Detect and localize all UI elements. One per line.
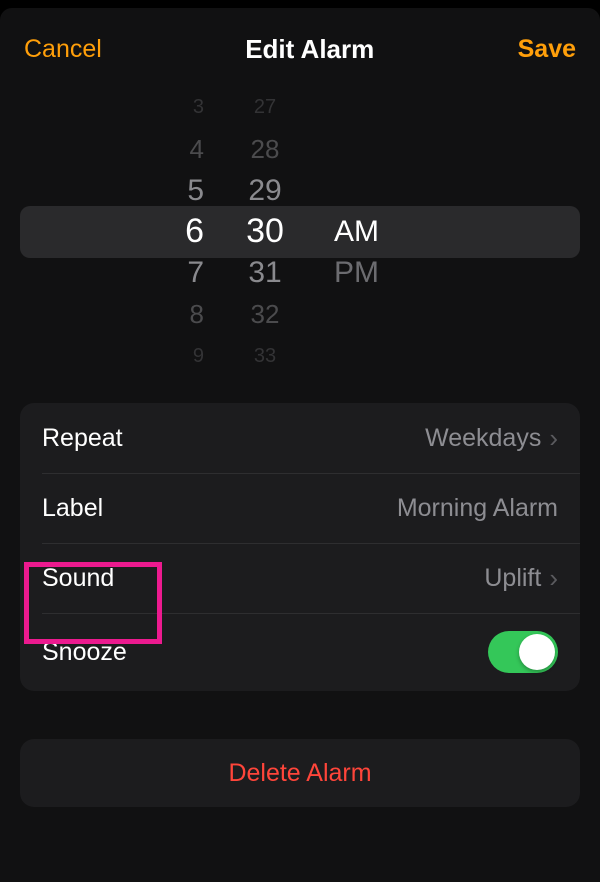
ampm-wheel[interactable]: AM PM [320, 87, 600, 377]
chevron-right-icon: › [549, 563, 558, 594]
minute-selected[interactable]: 30 [246, 211, 284, 252]
ampm-option[interactable]: PM [334, 253, 379, 294]
minute-option[interactable]: 28 [251, 128, 280, 169]
repeat-value: Weekdays [425, 424, 541, 453]
chevron-right-icon: › [549, 423, 558, 454]
minute-option[interactable]: 27 [254, 87, 276, 128]
sound-label: Sound [42, 564, 114, 593]
hour-option[interactable]: 4 [164, 128, 204, 169]
delete-alarm-label: Delete Alarm [228, 759, 371, 788]
hour-wheel[interactable]: 3 4 5 6 7 8 9 [0, 87, 210, 377]
label-row[interactable]: Label Morning Alarm [20, 473, 580, 543]
repeat-row[interactable]: Repeat Weekdays › [20, 403, 580, 473]
modal-title: Edit Alarm [245, 34, 374, 65]
hour-option[interactable]: 8 [164, 294, 204, 335]
modal-header: Cancel Edit Alarm Save [0, 22, 600, 77]
repeat-label: Repeat [42, 424, 123, 453]
hour-option[interactable]: 5 [164, 170, 204, 211]
settings-group: Repeat Weekdays › Label Morning Alarm So… [20, 403, 580, 691]
sound-value: Uplift [484, 564, 541, 593]
label-value: Morning Alarm [397, 494, 558, 523]
hour-option[interactable]: 7 [164, 253, 204, 294]
minute-option[interactable]: 32 [251, 294, 280, 335]
hour-option[interactable]: 9 [164, 336, 204, 377]
time-picker[interactable]: 3 4 5 6 7 8 9 27 28 29 30 31 32 33 [0, 87, 600, 377]
snooze-toggle[interactable] [488, 631, 558, 673]
hour-option[interactable]: 3 [164, 87, 204, 128]
hour-selected[interactable]: 6 [164, 211, 204, 252]
snooze-label: Snooze [42, 638, 127, 667]
minute-option[interactable]: 29 [248, 170, 281, 211]
snooze-row: Snooze [20, 613, 580, 691]
minute-option[interactable]: 31 [248, 253, 281, 294]
sound-row[interactable]: Sound Uplift › [20, 543, 580, 613]
minute-option[interactable]: 33 [254, 336, 276, 377]
delete-alarm-button[interactable]: Delete Alarm [20, 739, 580, 807]
label-label: Label [42, 494, 103, 523]
toggle-knob [519, 634, 555, 670]
save-button[interactable]: Save [518, 35, 576, 64]
ampm-selected[interactable]: AM [334, 211, 379, 252]
cancel-button[interactable]: Cancel [24, 35, 102, 64]
minute-wheel[interactable]: 27 28 29 30 31 32 33 [210, 87, 320, 377]
